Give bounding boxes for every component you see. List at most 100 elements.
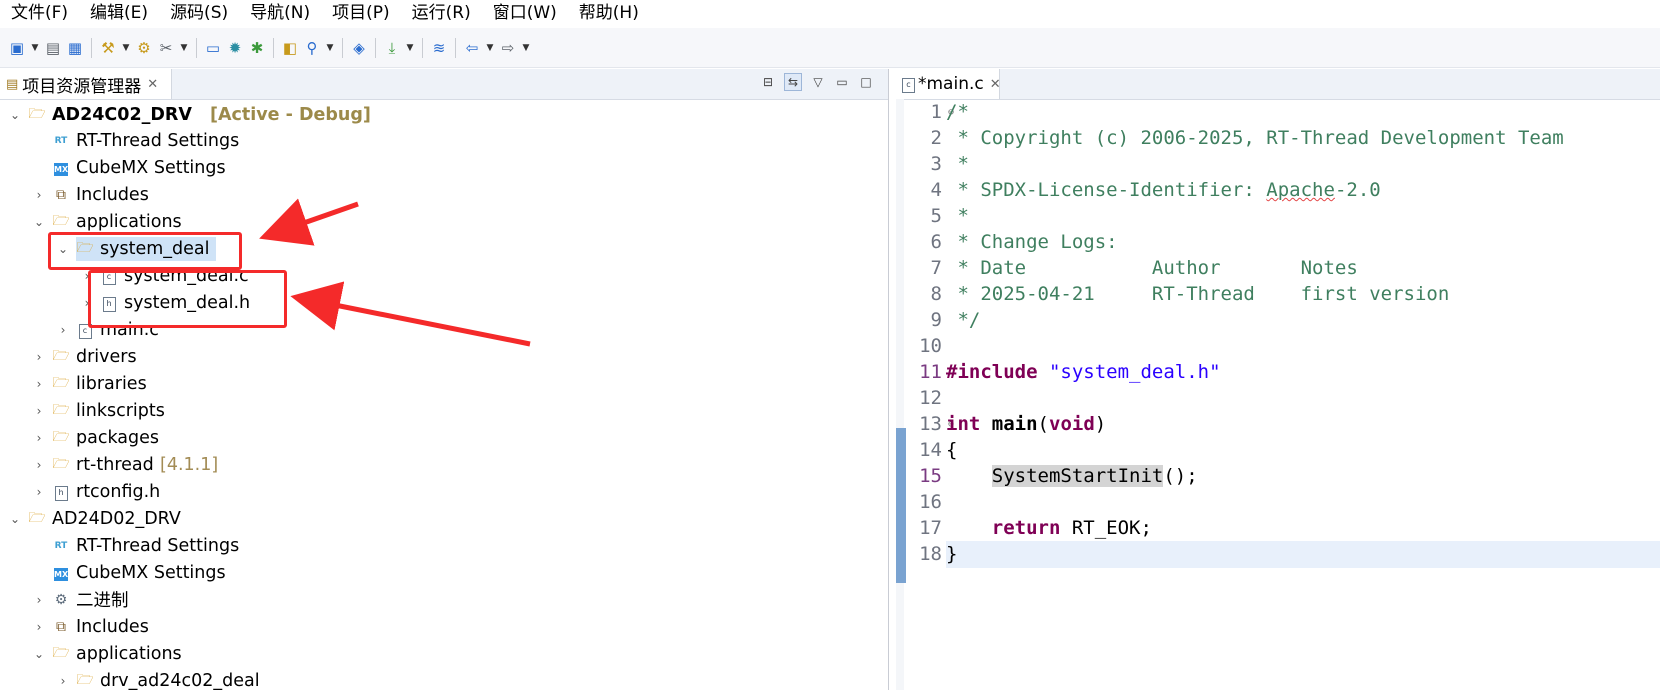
code-line: * Date Author Notes <box>946 257 1358 279</box>
tree-item-project-ad24c02[interactable]: ⌄ 🗁 AD24C02_DRV [Active - Debug] <box>0 101 880 128</box>
tree-item-label: CubeMX Settings <box>76 562 226 583</box>
new-icon[interactable]: ▣ <box>7 37 27 59</box>
chevron-right-icon[interactable]: › <box>32 620 46 634</box>
chevron-right-icon[interactable]: › <box>56 674 70 688</box>
tab-main-c[interactable]: c *main.c ✕ <box>896 69 1001 99</box>
menu-file[interactable]: 文件(F) <box>0 0 79 26</box>
tree-item-rtthread-settings[interactable]: RT RT-Thread Settings <box>0 127 880 154</box>
chevron-right-icon[interactable]: › <box>32 485 46 499</box>
toolbar-separator <box>342 37 343 58</box>
chevron-right-icon[interactable]: › <box>32 188 46 202</box>
open-folder-icon[interactable]: ◧ <box>280 37 300 59</box>
chevron-right-icon[interactable]: › <box>56 323 70 337</box>
tree-item-libraries[interactable]: › 🗁 libraries <box>0 370 880 397</box>
chevron-down-icon[interactable]: ⌄ <box>8 108 22 122</box>
folder-icon: 🗁 <box>76 671 94 688</box>
project-folder-icon: 🗁 <box>28 105 46 122</box>
line-number: 7 <box>930 257 942 279</box>
tab-project-explorer[interactable]: ▤ 项目资源管理器 ✕ <box>0 69 172 99</box>
code-line: * SPDX-License-Identifier: Apache-2.0 <box>946 179 1381 201</box>
includes-icon: ⧉ <box>56 618 66 635</box>
toolbar-separator <box>196 37 197 58</box>
back-dropdown-chevron-icon[interactable]: ▼ <box>484 37 496 59</box>
chevron-right-icon[interactable]: › <box>32 458 46 472</box>
tree-item-includes[interactable]: › ⧉ Includes <box>0 613 880 640</box>
forward-arrow-icon[interactable]: ⇨ <box>498 37 518 59</box>
search-icon[interactable]: ⚲ <box>302 37 322 59</box>
tree-item-rt-thread[interactable]: › 🗁 rt-thread [4.1.1] <box>0 451 880 478</box>
collapse-all-icon[interactable]: ⊟ <box>760 74 776 90</box>
save-all-icon[interactable]: ▦ <box>65 37 85 59</box>
editor-tab-bar: c *main.c ✕ <box>896 69 1660 100</box>
chevron-right-icon[interactable]: › <box>32 350 46 364</box>
line-number: 16 <box>919 491 942 513</box>
download-icon[interactable]: ⤓ <box>382 37 402 59</box>
close-icon[interactable]: ✕ <box>990 77 1001 92</box>
minimize-icon[interactable]: ▭ <box>834 74 850 90</box>
chevron-right-icon[interactable]: › <box>32 404 46 418</box>
code-line: * Copyright (c) 2006-2025, RT-Thread Dev… <box>946 127 1564 149</box>
build-all-icon[interactable]: ⚙ <box>134 37 154 59</box>
folder-icon: 🗁 <box>52 401 70 418</box>
line-number: 1 ⊖ <box>904 99 954 126</box>
menu-project[interactable]: 项目(P) <box>321 0 401 26</box>
layers-icon[interactable]: ≋ <box>429 37 449 59</box>
tree-item-applications[interactable]: ⌄ 🗁 applications <box>0 208 880 235</box>
chevron-down-icon[interactable]: ⌄ <box>32 215 46 229</box>
code-line: * <box>946 153 969 175</box>
chevron-right-icon[interactable]: › <box>32 593 46 607</box>
tree-item-binaries[interactable]: › ⚙ 二进制 <box>0 586 880 613</box>
line-number: 9 <box>930 309 942 331</box>
menu-edit[interactable]: 编辑(E) <box>79 0 159 26</box>
menu-help[interactable]: 帮助(H) <box>568 0 650 26</box>
back-arrow-icon[interactable]: ⇦ <box>462 37 482 59</box>
build-dropdown-chevron-icon[interactable]: ▼ <box>120 37 132 59</box>
clean-tools-icon[interactable]: ✂ <box>156 37 176 59</box>
close-icon[interactable]: ✕ <box>147 77 158 92</box>
forward-dropdown-chevron-icon[interactable]: ▼ <box>520 37 532 59</box>
tree-item-cubemx-settings[interactable]: MX CubeMX Settings <box>0 559 880 586</box>
tree-item-linkscripts[interactable]: › 🗁 linkscripts <box>0 397 880 424</box>
tree-item-packages[interactable]: › 🗁 packages <box>0 424 880 451</box>
tree-item-project-ad24d02[interactable]: ⌄ 🗁 AD24D02_DRV <box>0 505 880 532</box>
tree-item-applications[interactable]: ⌄ 🗁 applications <box>0 640 880 667</box>
line-number: 12 <box>919 387 942 409</box>
maximize-icon[interactable]: □ <box>858 74 874 90</box>
tree-item-label: Includes <box>76 184 149 205</box>
chevron-right-icon[interactable]: › <box>32 431 46 445</box>
tree-item-drivers[interactable]: › 🗁 drivers <box>0 343 880 370</box>
tree-item-rtthread-settings[interactable]: RT RT-Thread Settings <box>0 532 880 559</box>
toolbar: ▣ ▼ ▤ ▦ ⚒ ▼ ⚙ ✂ ▼ ▭ ✹ ✱ ◧ ⚲ ▼ ◈ ⤓ ▼ ≋ ⇦ … <box>0 28 1660 68</box>
chevron-down-icon[interactable]: ⌄ <box>32 647 46 661</box>
rtthread-icon: RT <box>54 135 68 146</box>
chevron-down-icon[interactable]: ⌄ <box>8 512 22 526</box>
cubemx-icon: MX <box>54 162 69 176</box>
settings-gear-icon[interactable]: ✹ <box>225 37 245 59</box>
menu-window[interactable]: 窗口(W) <box>482 0 568 26</box>
menu-source[interactable]: 源码(S) <box>159 0 239 26</box>
build-hammer-icon[interactable]: ⚒ <box>98 37 118 59</box>
current-code-line: } <box>946 541 1660 568</box>
new-dropdown-chevron-icon[interactable]: ▼ <box>29 37 41 59</box>
folder-icon: 🗁 <box>52 644 70 661</box>
link-with-editor-icon[interactable]: ⇆ <box>784 73 802 91</box>
monitor-icon[interactable]: ▭ <box>203 37 223 59</box>
code-line: int main(void) <box>946 413 1107 435</box>
tree-item-includes[interactable]: › ⧉ Includes <box>0 181 880 208</box>
menu-navigate[interactable]: 导航(N) <box>239 0 321 26</box>
search-dropdown-chevron-icon[interactable]: ▼ <box>324 37 336 59</box>
binaries-icon: ⚙ <box>54 591 68 608</box>
tree-item-cubemx-settings[interactable]: MX CubeMX Settings <box>0 154 880 181</box>
panel-controls: ⊟ ⇆ ▽ ▭ □ <box>760 73 874 91</box>
download-dropdown-chevron-icon[interactable]: ▼ <box>404 37 416 59</box>
line-number: 14 <box>919 439 942 461</box>
line-number: 4 <box>930 179 942 201</box>
view-menu-chevron-icon[interactable]: ▽ <box>810 74 826 90</box>
save-icon[interactable]: ▤ <box>43 37 63 59</box>
package-icon[interactable]: ◈ <box>349 37 369 59</box>
debug-bug-icon[interactable]: ✱ <box>247 37 267 59</box>
tools-dropdown-chevron-icon[interactable]: ▼ <box>178 37 190 59</box>
menu-run[interactable]: 运行(R) <box>401 0 482 26</box>
tree-item-rtconfig-h[interactable]: › h rtconfig.h <box>0 478 880 505</box>
chevron-right-icon[interactable]: › <box>32 377 46 391</box>
